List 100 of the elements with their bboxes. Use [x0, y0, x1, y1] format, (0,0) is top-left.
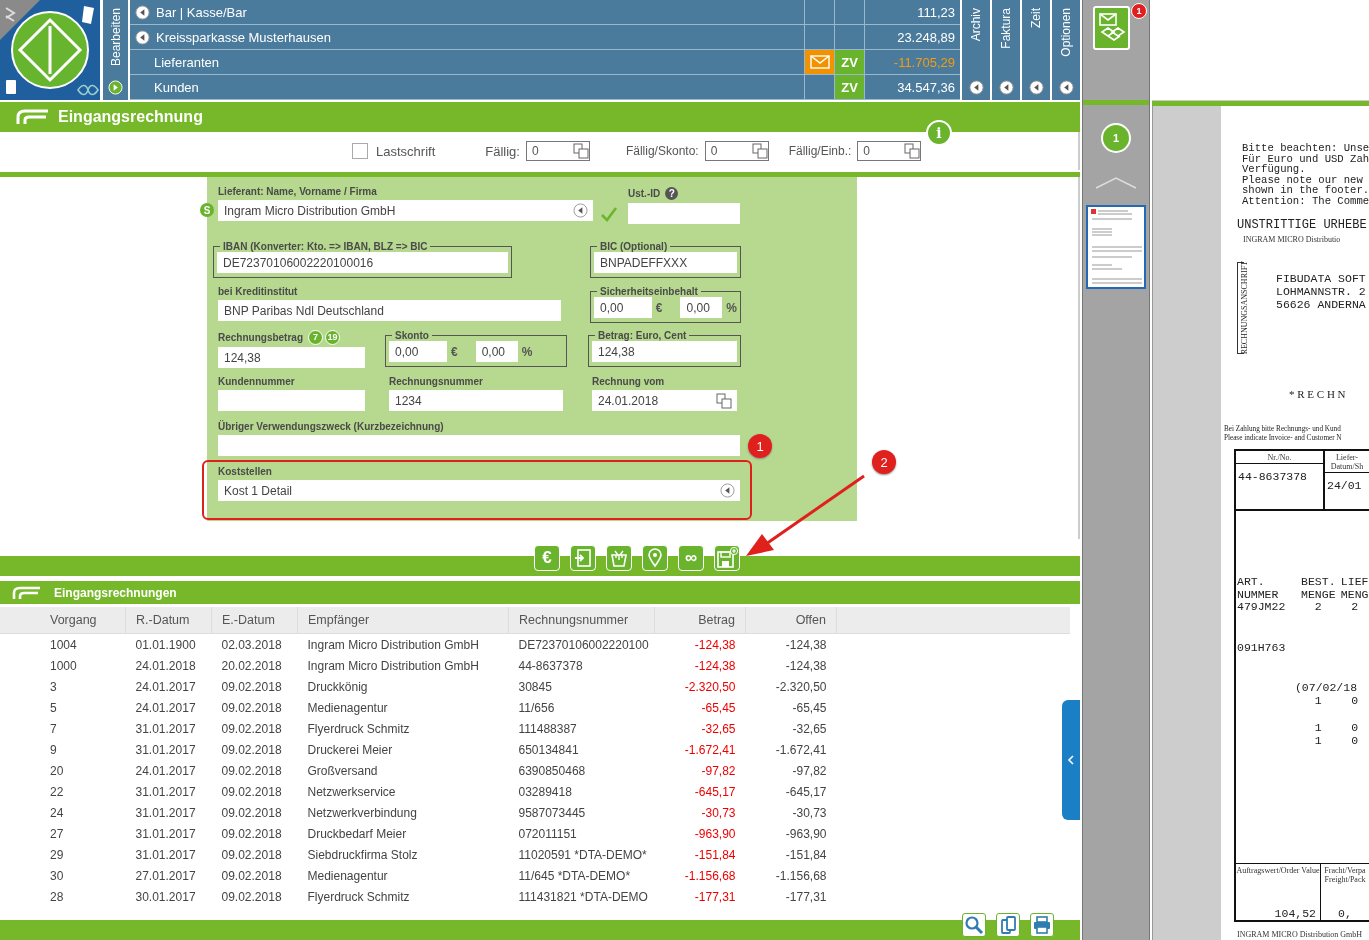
column-header[interactable]: Vorgang: [40, 607, 126, 634]
save-icon: [716, 546, 738, 569]
side-tab[interactable]: Archiv: [962, 0, 990, 100]
toolbar-button[interactable]: [714, 544, 740, 571]
text-field[interactable]: [218, 435, 740, 456]
date-field[interactable]: 24.01.2018: [592, 390, 737, 411]
table-cell-text: -645,17: [784, 783, 828, 801]
table-cell-text: 31.01.2017: [134, 741, 197, 759]
app-mark-icon: [16, 109, 50, 125]
search-button[interactable]: [962, 913, 986, 937]
edit-tab[interactable]: Bearbeiten: [103, 0, 128, 100]
column-header[interactable]: Empfänger: [297, 607, 509, 634]
table-cell-text: 31.01.2017: [134, 783, 197, 801]
checkbox[interactable]: [352, 143, 368, 159]
table-cell-text: -97,82: [700, 762, 737, 780]
toolbar-button[interactable]: [642, 544, 668, 571]
amount-field[interactable]: 0,00: [389, 341, 447, 362]
table-cell-text: Siebdruckfirma Stolz: [306, 846, 419, 864]
checkbox-label[interactable]: Lastschrift: [376, 143, 436, 159]
table-cell-text: 111431821 *DTA-DEMO: [517, 888, 649, 906]
column-header[interactable]: R.-Datum: [125, 607, 212, 634]
column-header[interactable]: E.-Datum: [211, 607, 298, 634]
table-cell: 01.01.1900: [125, 633, 212, 655]
table-cell-text: Netzwerkservice: [306, 783, 397, 801]
item-text: 2: [1314, 600, 1322, 613]
calendar-icon[interactable]: [904, 143, 921, 159]
table-cell-text: -177,31: [693, 888, 737, 906]
calendar-icon[interactable]: [751, 143, 768, 159]
item-text: 1: [1314, 693, 1322, 707]
date-field[interactable]: 0: [704, 141, 769, 161]
side-tab[interactable]: Optionen: [1052, 0, 1080, 100]
bic-field[interactable]: BNPADEFFXXX: [594, 252, 737, 273]
table-cell: Ingram Micro Distribution GmbH: [297, 633, 509, 655]
arrow-left-icon[interactable]: [998, 80, 1014, 95]
phone-icon: [998, 915, 1018, 935]
printer-icon: [1032, 915, 1052, 935]
cost-center-field[interactable]: Kost 1 Detail: [218, 480, 740, 501]
amount-field[interactable]: 124,38: [218, 347, 365, 368]
arrow-right-icon[interactable]: [108, 80, 123, 95]
page-title: Eingangsrechnung: [58, 108, 203, 126]
table-cell-text: 24.01.2017: [134, 699, 197, 717]
table-cell-text: -30,73: [791, 804, 828, 822]
page-thumbnail[interactable]: [1086, 205, 1146, 289]
table-cell-text: -30,73: [700, 804, 737, 822]
account-name[interactable]: Bar | Kasse/Bar: [156, 4, 247, 20]
app-mark-icon: [12, 585, 42, 600]
arrow-left-icon[interactable]: [968, 80, 984, 95]
app-logo[interactable]: [0, 0, 100, 100]
item-text: LIEF: [1340, 575, 1369, 588]
unit-label: %: [726, 300, 737, 315]
table-cell-text: 09.02.2018: [220, 867, 283, 885]
help-icon[interactable]: ?: [665, 186, 679, 200]
field-label: Rechnungsbetrag: [218, 331, 303, 343]
account-name[interactable]: Kunden: [154, 79, 199, 95]
account-balance: 111,23: [917, 4, 955, 20]
table-cell-text: 11/656: [517, 699, 556, 717]
date-field[interactable]: 0: [857, 141, 922, 161]
mobile-button[interactable]: [996, 913, 1020, 937]
status-badge: S: [200, 203, 214, 217]
table-cell-text: 11020591 *DTA-DEMO*: [517, 846, 648, 864]
arrow-left-icon[interactable]: [135, 29, 150, 45]
invoice-number-field[interactable]: 1234: [389, 390, 563, 411]
toolbar-button[interactable]: [570, 544, 596, 571]
arrow-left-icon[interactable]: [135, 4, 150, 20]
unit-label: €: [451, 344, 458, 359]
account-name[interactable]: Lieferanten: [154, 54, 220, 70]
column-header[interactable]: Betrag: [654, 607, 746, 634]
calendar-icon[interactable]: [716, 392, 732, 409]
text-field[interactable]: [218, 390, 365, 411]
inbox-button[interactable]: [1093, 6, 1130, 50]
column-header[interactable]: Offen: [745, 607, 837, 634]
table-cell-text: Netzwerkverbindung: [306, 804, 418, 822]
percent-field[interactable]: 0,00: [475, 341, 518, 362]
amount-field[interactable]: 0,00: [594, 297, 652, 318]
document-text: Attention: The Comme: [1242, 195, 1369, 206]
arrow-left-icon[interactable]: [1058, 80, 1074, 95]
field-label: bei Kreditinstitut: [218, 286, 299, 297]
column-header[interactable]: Rechnungsnummer: [508, 607, 655, 634]
arrow-left-icon[interactable]: [1028, 80, 1044, 95]
toolbar-button[interactable]: [606, 544, 632, 571]
account-name[interactable]: Kreissparkasse Musterhausen: [156, 29, 331, 45]
print-button[interactable]: [1030, 913, 1054, 937]
table-cell-text: 27.01.2017: [134, 867, 197, 885]
side-tab[interactable]: Faktura: [992, 0, 1020, 100]
arrow-left-icon[interactable]: [573, 203, 588, 218]
calendar-icon[interactable]: [572, 143, 589, 159]
percent-field[interactable]: 0,00: [680, 297, 723, 318]
collapse-handle[interactable]: [1062, 700, 1080, 820]
field-label: Koststellen: [218, 466, 273, 477]
table-cell-text: -151,84: [693, 846, 737, 864]
field-label: IBAN (Konverter: Kto. => IBAN, BLZ => BIC: [222, 241, 429, 252]
table-cell-text: 09.02.2018: [220, 804, 283, 822]
amount-field[interactable]: 124,38: [592, 341, 737, 362]
date-field[interactable]: 0: [525, 141, 590, 161]
arrow-left-icon[interactable]: [720, 483, 735, 498]
bank-field[interactable]: BNP Paribas Ndl Deutschland: [218, 300, 561, 321]
field-label: Ust.-ID: [628, 187, 661, 199]
side-tab[interactable]: Zeit: [1022, 0, 1050, 100]
iban-field[interactable]: DE72370106002220100016: [217, 252, 508, 273]
text-field[interactable]: [628, 203, 740, 224]
